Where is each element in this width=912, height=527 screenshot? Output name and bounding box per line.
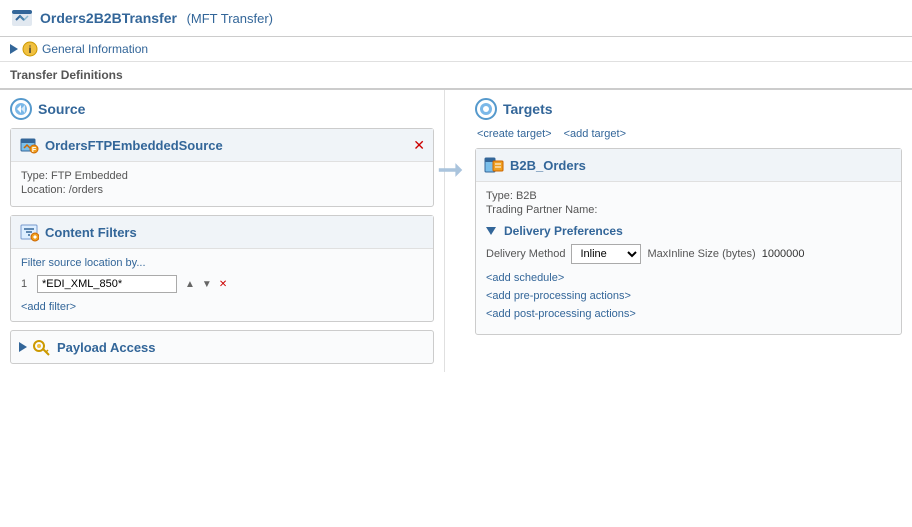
source-card-title: OrdersFTPEmbeddedSource [45, 138, 413, 153]
filter-delete-button[interactable]: ✕ [217, 279, 229, 290]
app-title: Orders2B2BTransfer [40, 10, 177, 26]
target-actions: <create target> <add target> [475, 128, 902, 140]
b2b-card-title: B2B_Orders [510, 158, 893, 173]
add-preprocessing-link[interactable]: <add pre-processing actions> [486, 290, 891, 302]
svg-text:F: F [32, 147, 37, 154]
source-header: Source [10, 98, 434, 120]
left-panel: Source F OrdersFTPEmbeddedSource ✕ Type:… [0, 90, 445, 372]
b2b-type-line: Type: B2B [486, 190, 891, 202]
payload-access-card: Payload Access [10, 330, 434, 364]
add-schedule-link[interactable]: <add schedule> [486, 272, 891, 284]
general-information-link[interactable]: General Information [42, 42, 148, 56]
source-card: F OrdersFTPEmbeddedSource ✕ Type: FTP Em… [10, 128, 434, 207]
filter-action-buttons: ▲ ▼ ✕ [183, 279, 229, 290]
delivery-method-label: Delivery Method [486, 248, 565, 260]
delivery-preferences-title: Delivery Preferences [486, 224, 891, 238]
payload-icon [31, 337, 51, 357]
app-header: Orders2B2BTransfer (MFT Transfer) [0, 0, 912, 37]
source-location-line: Location: /orders [21, 184, 423, 196]
transfer-icon [10, 6, 34, 30]
create-target-link[interactable]: <create target> [477, 128, 552, 140]
source-card-header: F OrdersFTPEmbeddedSource ✕ [11, 129, 433, 162]
add-postprocessing-link[interactable]: <add post-processing actions> [486, 308, 891, 320]
source-icon [10, 98, 32, 120]
b2b-icon [484, 155, 504, 175]
add-target-link[interactable]: <add target> [564, 128, 626, 140]
b2b-card-body: Type: B2B Trading Partner Name: Delivery… [476, 182, 901, 334]
b2b-card-header: B2B_Orders [476, 149, 901, 182]
b2b-orders-card: B2B_Orders Type: B2B Trading Partner Nam… [475, 148, 902, 335]
maxinline-value: 1000000 [762, 248, 805, 260]
delivery-method-select[interactable]: Inline Queued [571, 244, 641, 264]
add-filter-link[interactable]: <add filter> [21, 301, 76, 313]
b2b-trading-partner-line: Trading Partner Name: [486, 204, 891, 216]
content-filters-header: Content Filters [11, 216, 433, 249]
targets-icon [475, 98, 497, 120]
content-filters-title: Content Filters [45, 225, 425, 240]
delivery-method-row: Delivery Method Inline Queued MaxInline … [486, 244, 891, 264]
filter-down-button[interactable]: ▼ [200, 279, 214, 290]
source-close-button[interactable]: ✕ [413, 137, 425, 154]
filter-input-1[interactable] [37, 275, 177, 293]
source-card-body: Type: FTP Embedded Location: /orders [11, 162, 433, 206]
info-icon: i [22, 41, 38, 57]
filter-subtitle: Filter source location by... [21, 257, 423, 269]
ftp-icon: F [19, 135, 39, 155]
transfer-definitions-header: Transfer Definitions [0, 62, 912, 89]
filter-up-button[interactable]: ▲ [183, 279, 197, 290]
filter-icon [19, 222, 39, 242]
payload-access-title: Payload Access [57, 340, 425, 355]
delivery-expand-icon[interactable] [486, 227, 496, 235]
app-subtitle: (MFT Transfer) [183, 11, 273, 26]
filter-row-1: 1 ▲ ▼ ✕ [21, 275, 423, 293]
svg-text:i: i [29, 45, 32, 56]
arrow-connector: ➞ [437, 150, 464, 188]
content-filters-body: Filter source location by... 1 ▲ ▼ ✕ <ad… [11, 249, 433, 321]
source-type-line: Type: FTP Embedded [21, 170, 423, 182]
panels-wrapper: ➞ Source F [0, 90, 912, 372]
payload-expand-icon[interactable] [19, 342, 27, 352]
nav-expand-icon[interactable] [10, 44, 18, 54]
filter-number: 1 [21, 278, 37, 290]
payload-access-header: Payload Access [11, 331, 433, 363]
right-panel: Targets <create target> <add target> B2B… [445, 90, 912, 372]
nav-row: i General Information [0, 37, 912, 62]
content-filters-card: Content Filters Filter source location b… [10, 215, 434, 322]
targets-header: Targets [475, 98, 902, 120]
maxinline-label: MaxInline Size (bytes) [647, 248, 755, 260]
